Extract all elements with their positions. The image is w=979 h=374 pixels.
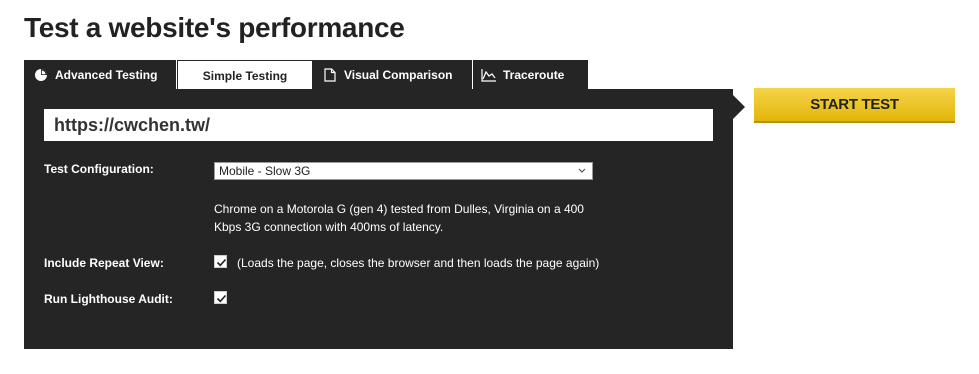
lighthouse-label: Run Lighthouse Audit: — [44, 292, 173, 306]
test-type-tabs: Advanced Testing Simple Testing Visual C… — [24, 60, 734, 90]
tab-label: Traceroute — [503, 67, 565, 82]
test-configuration-select[interactable]: Mobile - Slow 3G — [214, 162, 593, 180]
selected-configuration: Mobile - Slow 3G — [219, 164, 311, 178]
tab-label: Advanced Testing — [55, 67, 158, 82]
chevron-down-icon — [578, 168, 586, 173]
tab-visual-comparison[interactable]: Visual Comparison — [313, 60, 473, 89]
traceroute-icon — [481, 67, 497, 83]
tab-traceroute[interactable]: Traceroute — [473, 60, 588, 89]
panel-pointer-arrow — [733, 95, 745, 119]
document-icon — [322, 67, 338, 83]
start-test-button[interactable]: START TEST — [754, 88, 955, 123]
page-title: Test a website's performance — [24, 12, 405, 43]
test-configuration-label: Test Configuration: — [44, 162, 154, 176]
configuration-description: Chrome on a Motorola G (gen 4) tested fr… — [214, 202, 584, 234]
checkmark-icon — [216, 294, 227, 303]
repeat-view-note: (Loads the page, closes the browser and … — [237, 256, 600, 270]
url-input[interactable] — [44, 109, 713, 141]
checkmark-icon — [216, 258, 227, 267]
pie-chart-icon — [33, 67, 49, 83]
lighthouse-checkbox[interactable] — [214, 291, 227, 304]
tab-label: Visual Comparison — [344, 67, 453, 82]
tab-simple-testing[interactable]: Simple Testing — [177, 60, 313, 90]
repeat-view-label: Include Repeat View: — [44, 256, 164, 270]
tab-label: Simple Testing — [202, 68, 288, 83]
tab-advanced-testing[interactable]: Advanced Testing — [24, 60, 177, 89]
repeat-view-checkbox[interactable] — [214, 255, 227, 268]
test-settings-panel: Test Configuration: Mobile - Slow 3G Chr… — [24, 89, 733, 349]
